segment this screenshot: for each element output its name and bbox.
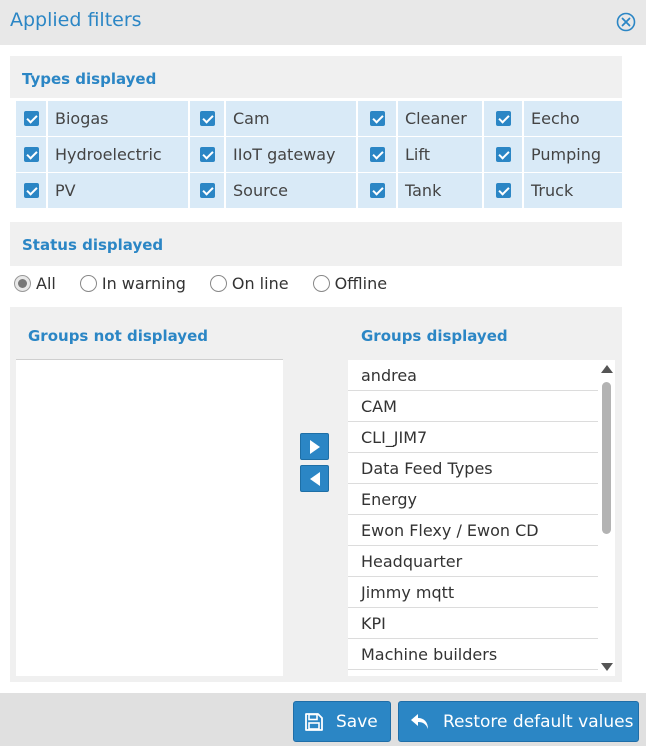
groups-displayed-list[interactable]: andrea CAM CLI_JIM7 Data Feed Types Ener… [348, 360, 598, 676]
type-checkbox-truck[interactable] [484, 173, 522, 208]
type-checkbox-lift[interactable] [358, 137, 396, 172]
type-label-pumping: Pumping [524, 137, 622, 172]
type-label-truck: Truck [524, 173, 622, 208]
save-button[interactable]: Save [293, 701, 391, 742]
types-section-title: Types displayed [22, 70, 157, 88]
restore-defaults-label: Restore default values [443, 711, 634, 732]
list-item[interactable]: CLI_JIM7 [348, 422, 598, 453]
type-label-source: Source [226, 173, 356, 208]
type-checkbox-tank[interactable] [358, 173, 396, 208]
close-button[interactable] [616, 12, 636, 32]
type-label-biogas: Biogas [48, 101, 188, 136]
type-label-tank: Tank [398, 173, 482, 208]
close-circle-icon [616, 12, 636, 32]
checkbox-checked[interactable] [23, 183, 39, 198]
type-label-eecho: Eecho [524, 101, 622, 136]
groups-displayed-title: Groups displayed [361, 327, 508, 345]
status-option-label: All [36, 273, 56, 293]
checkbox-checked[interactable] [199, 111, 215, 126]
list-item[interactable]: Headquarter [348, 546, 598, 577]
checkbox-checked[interactable] [495, 183, 511, 198]
checkbox-checked[interactable] [495, 111, 511, 126]
floppy-disk-icon [305, 712, 323, 731]
status-option-all[interactable]: All [14, 274, 56, 293]
radio-unselected[interactable] [312, 274, 330, 292]
checkbox-checked[interactable] [199, 147, 215, 162]
dialog-titlebar: Applied filters [0, 0, 646, 45]
radio-selected[interactable] [14, 274, 31, 292]
type-checkbox-pumping[interactable] [484, 137, 522, 172]
checkbox-checked[interactable] [495, 147, 511, 162]
list-item[interactable]: andrea [348, 360, 598, 391]
list-item[interactable]: Ewon Flexy / Ewon CD [348, 515, 598, 546]
groups-not-displayed-title: Groups not displayed [28, 327, 208, 345]
type-checkbox-eecho[interactable] [484, 101, 522, 136]
checkbox-checked[interactable] [369, 147, 385, 162]
scroll-down-arrow-icon[interactable] [601, 663, 613, 671]
list-item[interactable]: Data Feed Types [348, 453, 598, 484]
type-label-lift: Lift [398, 137, 482, 172]
type-label-iiot-gateway: IIoT gateway [226, 137, 356, 172]
status-option-label: Offline [334, 273, 388, 293]
arrow-left-icon [310, 472, 320, 486]
restore-defaults-button[interactable]: Restore default values [398, 701, 639, 742]
list-item[interactable]: KPI [348, 608, 598, 639]
checkbox-checked[interactable] [23, 111, 39, 126]
status-option-offline[interactable]: Offline [312, 273, 388, 293]
status-option-label: On line [231, 273, 289, 293]
type-checkbox-cleaner[interactable] [358, 101, 396, 136]
move-to-not-displayed-button[interactable] [300, 465, 329, 492]
checkbox-checked[interactable] [369, 183, 385, 198]
type-checkbox-cam[interactable] [190, 101, 224, 136]
type-checkbox-pv[interactable] [16, 173, 46, 208]
checkbox-checked[interactable] [369, 111, 385, 126]
radio-unselected[interactable] [209, 274, 227, 292]
checkbox-checked[interactable] [199, 183, 215, 198]
undo-arrow-icon [411, 713, 428, 729]
dialog-footer: Save Restore default values [0, 693, 646, 746]
list-item[interactable]: Energy [348, 484, 598, 515]
scroll-up-arrow-icon[interactable] [601, 365, 613, 373]
list-item[interactable]: Jimmy mqtt [348, 577, 598, 608]
move-to-displayed-button[interactable] [300, 433, 329, 460]
groups-not-displayed-list[interactable] [16, 359, 283, 676]
type-label-pv: PV [48, 173, 188, 208]
arrow-right-icon [310, 440, 320, 454]
type-label-hydroelectric: Hydroelectric [48, 137, 188, 172]
type-checkbox-source[interactable] [190, 173, 224, 208]
type-checkbox-iiot-gateway[interactable] [190, 137, 224, 172]
checkbox-checked[interactable] [23, 147, 39, 162]
types-row-2: Hydroelectric IIoT gateway Lift Pumping [16, 137, 622, 172]
types-row-3: PV Source Tank Truck [16, 173, 622, 208]
status-option-label: In warning [101, 273, 186, 293]
groups-displayed-scrollbar[interactable] [598, 360, 615, 676]
radio-unselected[interactable] [79, 274, 97, 292]
types-row-1: Biogas Cam Cleaner Eecho [16, 101, 622, 136]
type-label-cleaner: Cleaner [398, 101, 482, 136]
status-option-on-line[interactable]: On line [209, 273, 289, 293]
type-checkbox-biogas[interactable] [16, 101, 46, 136]
type-checkbox-hydroelectric[interactable] [16, 137, 46, 172]
list-item[interactable]: Machine builders [348, 639, 598, 670]
save-button-label: Save [336, 711, 378, 732]
type-label-cam: Cam [226, 101, 356, 136]
status-section-title: Status displayed [22, 236, 164, 254]
status-radio-group: All In warning On line Offline [14, 271, 411, 295]
dialog-title: Applied filters [10, 9, 142, 31]
scroll-thumb[interactable] [602, 382, 611, 534]
list-item[interactable]: CAM [348, 391, 598, 422]
status-option-in-warning[interactable]: In warning [79, 273, 186, 293]
